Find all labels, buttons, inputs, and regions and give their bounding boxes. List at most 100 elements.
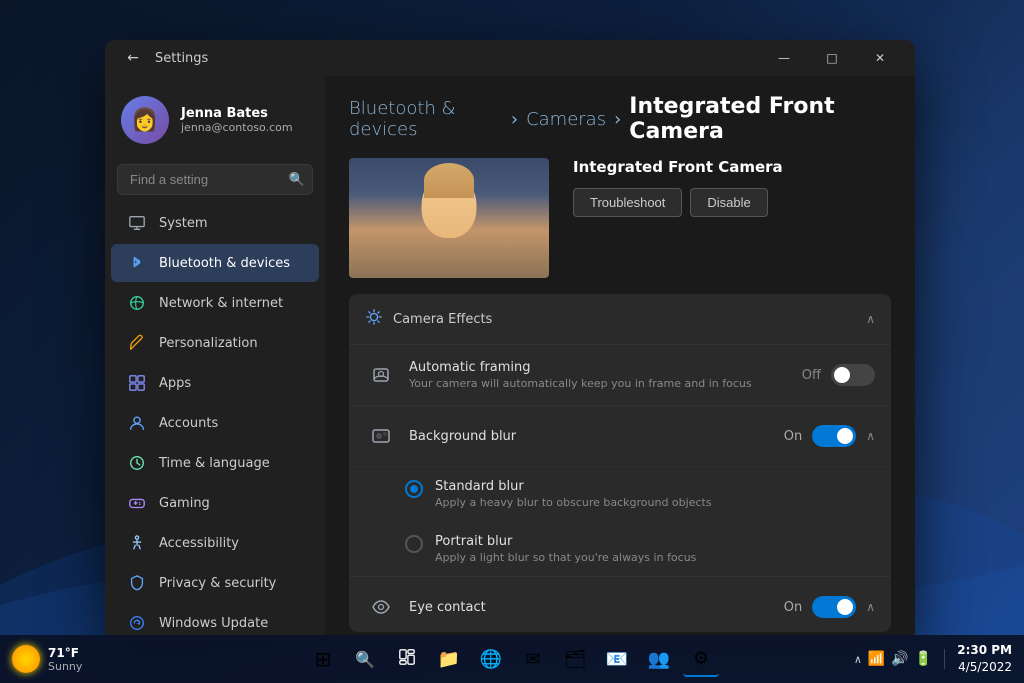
eye-contact-left: Eye contact [365, 591, 784, 623]
taskbar-teams[interactable]: 👥 [641, 641, 677, 677]
camera-effects-header[interactable]: Camera Effects ∧ [349, 294, 891, 344]
title-bar-left: ← Settings [121, 46, 208, 70]
camera-name: Integrated Front Camera [573, 158, 783, 176]
maximize-icon: □ [826, 51, 837, 65]
back-button[interactable]: ← [121, 46, 145, 70]
background-blur-text: Background blur [409, 429, 784, 444]
taskbar-outlook[interactable]: 📧 [599, 641, 635, 677]
auto-framing-thumb [834, 367, 850, 383]
camera-person-image [349, 158, 549, 278]
sidebar-label-personalization: Personalization [159, 336, 258, 351]
standard-blur-text: Standard blur Apply a heavy blur to obsc… [435, 479, 875, 509]
sidebar-item-bluetooth[interactable]: Bluetooth & devices [111, 244, 319, 282]
eye-contact-text: Eye contact [409, 600, 784, 615]
taskbar-file-explorer[interactable]: 📁 [431, 641, 467, 677]
weather-widget[interactable]: 71°F Sunny [48, 646, 82, 673]
accessibility-icon [127, 533, 147, 553]
window-controls: — □ ✕ [761, 43, 903, 73]
accounts-icon [127, 413, 147, 433]
close-button[interactable]: ✕ [857, 43, 903, 73]
auto-framing-left: Automatic framing Your camera will autom… [365, 359, 802, 391]
disable-button[interactable]: Disable [690, 188, 767, 217]
sidebar-label-accounts: Accounts [159, 416, 218, 431]
portrait-blur-radio[interactable] [405, 535, 423, 553]
sidebar-label-network: Network & internet [159, 296, 283, 311]
taskbar-files[interactable]: 🗂 [557, 641, 593, 677]
settings-content: 👩 Jenna Bates jenna@contoso.com 🔍 System [105, 76, 915, 640]
camera-preview [349, 158, 549, 278]
standard-blur-radio[interactable] [405, 480, 423, 498]
camera-effects-header-left: Camera Effects [365, 308, 492, 330]
volume-icon[interactable]: 🔊 [891, 651, 908, 667]
auto-framing-desc: Your camera will automatically keep you … [409, 377, 802, 390]
privacy-icon [127, 573, 147, 593]
personalization-icon [127, 333, 147, 353]
taskbar-center: ⊞ 🔍 📁 🌐 ✉ 🗂 📧 👥 ⚙ [305, 641, 719, 677]
sidebar-item-personalization[interactable]: Personalization [111, 324, 319, 362]
taskbar-task-view[interactable] [389, 641, 425, 677]
troubleshoot-button[interactable]: Troubleshoot [573, 188, 682, 217]
clock[interactable]: 2:30 PM 4/5/2022 [957, 642, 1012, 676]
sidebar-item-accessibility[interactable]: Accessibility [111, 524, 319, 562]
standard-blur-option[interactable]: Standard blur Apply a heavy blur to obsc… [349, 466, 891, 521]
breadcrumb-item-bluetooth[interactable]: Bluetooth & devices [349, 98, 503, 140]
background-blur-toggle[interactable] [812, 425, 856, 447]
user-name: Jenna Bates [181, 106, 309, 121]
standard-blur-desc: Apply a heavy blur to obscure background… [435, 496, 875, 509]
user-profile[interactable]: 👩 Jenna Bates jenna@contoso.com [105, 84, 325, 160]
breadcrumb-sep-1: › [511, 109, 518, 130]
taskbar-search[interactable]: 🔍 [347, 641, 383, 677]
eye-contact-row: Eye contact On ∧ [349, 576, 891, 632]
sidebar-item-apps[interactable]: Apps [111, 364, 319, 402]
mail-icon: ✉ [525, 649, 540, 670]
eye-contact-chevron: ∧ [866, 600, 875, 614]
breadcrumb: Bluetooth & devices › Cameras › Integrat… [325, 76, 915, 158]
sidebar-item-privacy[interactable]: Privacy & security [111, 564, 319, 602]
taskbar-edge[interactable]: 🌐 [473, 641, 509, 677]
background-blur-title: Background blur [409, 429, 784, 444]
camera-effects-icon [365, 308, 383, 330]
auto-framing-title: Automatic framing [409, 360, 802, 375]
time-icon [127, 453, 147, 473]
auto-framing-toggle[interactable] [831, 364, 875, 386]
portrait-blur-option[interactable]: Portrait blur Apply a light blur so that… [349, 521, 891, 576]
sidebar-item-time[interactable]: Time & language [111, 444, 319, 482]
edge-icon: 🌐 [480, 649, 502, 670]
background-blur-thumb [837, 428, 853, 444]
sidebar-item-network[interactable]: Network & internet [111, 284, 319, 322]
minimize-icon: — [778, 51, 790, 65]
window-title: Settings [155, 51, 208, 66]
background-blur-right: On ∧ [784, 425, 875, 447]
camera-section: Integrated Front Camera Troubleshoot Dis… [325, 158, 915, 294]
taskbar-settings[interactable]: ⚙ [683, 641, 719, 677]
background-blur-left: Background blur [365, 420, 784, 452]
eye-contact-toggle[interactable] [812, 596, 856, 618]
eye-contact-right: On ∧ [784, 596, 875, 618]
search-icon: 🔍 [289, 172, 305, 187]
sidebar-item-gaming[interactable]: Gaming [111, 484, 319, 522]
wifi-icon[interactable]: 📶 [868, 651, 885, 667]
system-tray-icons: ∧ 📶 🔊 🔋 [854, 651, 932, 667]
portrait-blur-title: Portrait blur [435, 534, 875, 549]
search-input[interactable] [117, 164, 313, 195]
user-email: jenna@contoso.com [181, 121, 309, 134]
sidebar-item-accounts[interactable]: Accounts [111, 404, 319, 442]
battery-icon[interactable]: 🔋 [915, 651, 932, 667]
maximize-button[interactable]: □ [809, 43, 855, 73]
sidebar-label-gaming: Gaming [159, 496, 210, 511]
title-bar: ← Settings — □ ✕ [105, 40, 915, 76]
minimize-button[interactable]: — [761, 43, 807, 73]
weather-icon [12, 645, 40, 673]
sidebar-label-privacy: Privacy & security [159, 576, 276, 591]
auto-framing-row: Automatic framing Your camera will autom… [349, 344, 891, 405]
auto-framing-text: Automatic framing Your camera will autom… [409, 360, 802, 390]
teams-icon: 👥 [648, 649, 670, 670]
start-button[interactable]: ⊞ [305, 641, 341, 677]
search-box: 🔍 [117, 164, 313, 195]
breadcrumb-item-cameras[interactable]: Cameras [526, 109, 606, 130]
avatar-emoji: 👩 [131, 108, 158, 133]
eye-contact-title: Eye contact [409, 600, 784, 615]
sidebar-item-system[interactable]: System [111, 204, 319, 242]
taskbar-mail[interactable]: ✉ [515, 641, 551, 677]
chevron-up-icon[interactable]: ∧ [854, 653, 862, 666]
